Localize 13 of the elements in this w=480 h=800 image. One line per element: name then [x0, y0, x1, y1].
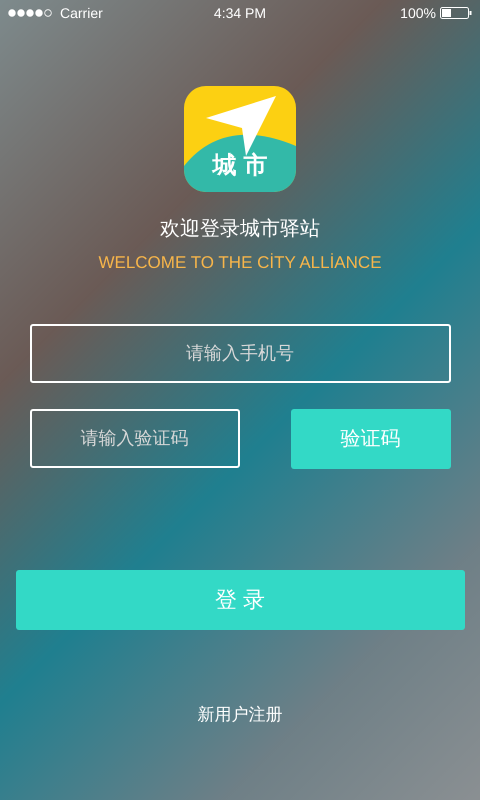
register-link[interactable]: 新用户注册	[198, 702, 282, 727]
welcome-subtitle: WELCOME TO THE CİTY ALLİANCE	[98, 252, 382, 274]
carrier-name: Carrier	[60, 4, 103, 22]
phone-input-field[interactable]: 请输入手机号	[30, 324, 450, 382]
get-code-button[interactable]: 验证码	[290, 408, 450, 468]
signal-icon	[8, 9, 52, 17]
battery-percent: 100%	[400, 4, 436, 22]
code-input-field[interactable]: 请输入验证码	[30, 408, 240, 468]
login-button[interactable]: 登 录	[16, 570, 464, 630]
status-time: 4:34 PM	[214, 4, 266, 22]
welcome-title: 欢迎登录城市驿站	[160, 217, 320, 242]
battery-icon	[440, 7, 472, 19]
logo-text: 城 市	[210, 151, 268, 181]
